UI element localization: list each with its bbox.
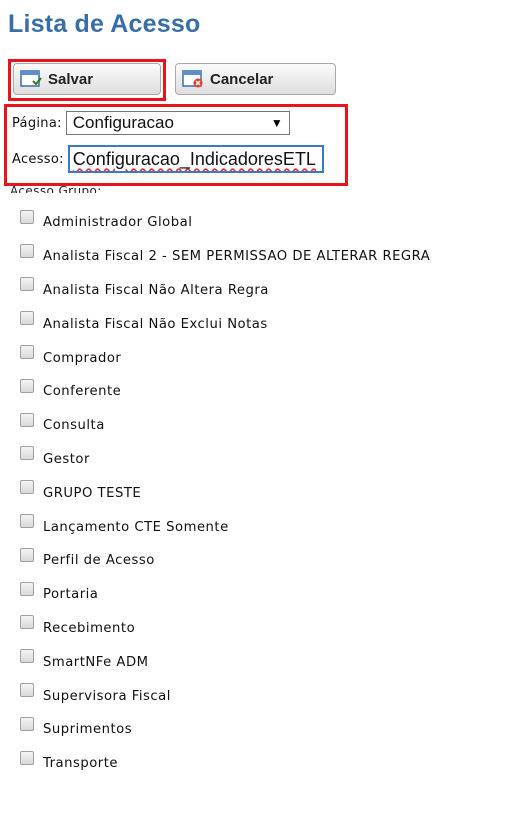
group-item[interactable]: Gestor — [20, 443, 430, 477]
cancel-button-label: Cancelar — [210, 70, 274, 88]
save-button-label: Salvar — [48, 70, 94, 88]
cancel-button[interactable]: Cancelar — [175, 63, 336, 95]
group-checkbox[interactable] — [20, 514, 34, 529]
group-label: GRUPO TESTE — [43, 485, 142, 501]
group-label: Analista Fiscal 2 - SEM PERMISSAO DE ALT… — [43, 249, 431, 265]
group-checkbox[interactable] — [20, 446, 34, 461]
group-checkbox[interactable] — [20, 581, 34, 596]
group-checkbox[interactable] — [20, 683, 34, 698]
pagina-select-value: Configuracao — [72, 113, 174, 132]
group-item[interactable]: Analista Fiscal 2 - SEM PERMISSAO DE ALT… — [20, 240, 430, 274]
group-item[interactable]: Supervisora Fiscal — [20, 679, 430, 713]
group-item[interactable]: Consulta — [20, 409, 430, 443]
group-label: Comprador — [43, 350, 122, 366]
group-checkbox[interactable] — [20, 243, 34, 258]
group-item[interactable]: Transporte — [20, 747, 430, 781]
group-label: Administrador Global — [43, 215, 193, 231]
group-item[interactable]: Suprimentos — [20, 713, 430, 747]
group-label: Transporte — [43, 756, 118, 772]
group-label: SmartNFe ADM — [43, 654, 149, 670]
group-checkbox[interactable] — [20, 480, 34, 495]
group-label: Gestor — [43, 451, 90, 467]
save-button[interactable]: Salvar — [13, 63, 161, 95]
group-item[interactable]: Analista Fiscal Não Exclui Notas — [20, 307, 430, 341]
group-item[interactable]: Conferente — [20, 375, 430, 409]
group-label: Analista Fiscal Não Exclui Notas — [43, 316, 268, 332]
group-label: Recebimento — [43, 620, 136, 636]
cancel-window-icon — [182, 69, 204, 89]
group-label: Consulta — [43, 418, 105, 434]
group-item[interactable]: Administrador Global — [20, 206, 430, 240]
group-item[interactable]: SmartNFe ADM — [20, 645, 430, 679]
group-item[interactable]: Portaria — [20, 578, 430, 612]
group-checkbox[interactable] — [20, 345, 34, 360]
group-checkbox[interactable] — [20, 716, 34, 731]
group-checkbox[interactable] — [20, 209, 34, 224]
acesso-grupo-label: Acesso Grupo: — [10, 184, 102, 193]
group-item[interactable]: Comprador — [20, 341, 430, 375]
pagina-row: Página: Configuracao ▼ — [12, 111, 290, 135]
group-item[interactable]: Analista Fiscal Não Altera Regra — [20, 274, 430, 308]
group-checkbox-list: Administrador Global Analista Fiscal 2 -… — [20, 206, 430, 781]
page-title: Lista de Acesso — [8, 10, 201, 38]
group-checkbox[interactable] — [20, 649, 34, 664]
group-item[interactable]: Lançamento CTE Somente — [20, 510, 430, 544]
group-label: Conferente — [43, 384, 122, 400]
acesso-label: Acesso: — [12, 151, 64, 167]
save-window-icon — [20, 69, 42, 89]
group-label: Portaria — [43, 587, 99, 603]
group-label: Suprimentos — [43, 722, 133, 738]
group-label: Supervisora Fiscal — [43, 688, 171, 704]
group-checkbox[interactable] — [20, 412, 34, 427]
group-label: Analista Fiscal Não Altera Regra — [43, 282, 269, 298]
pagina-select[interactable]: Configuracao ▼ — [65, 111, 290, 135]
acesso-input[interactable]: Configuracao_IndicadoresETL — [67, 145, 324, 173]
group-label: Perfil de Acesso — [43, 553, 155, 569]
group-item[interactable]: Perfil de Acesso — [20, 544, 430, 578]
group-checkbox[interactable] — [20, 615, 34, 630]
group-checkbox[interactable] — [20, 378, 34, 393]
group-item[interactable]: GRUPO TESTE — [20, 476, 430, 510]
group-checkbox[interactable] — [20, 277, 34, 292]
dropdown-caret-icon: ▼ — [270, 116, 283, 130]
group-item[interactable]: Recebimento — [20, 612, 430, 646]
group-checkbox[interactable] — [20, 750, 34, 765]
group-label: Lançamento CTE Somente — [43, 519, 229, 535]
group-checkbox[interactable] — [20, 311, 34, 326]
pagina-label: Página: — [12, 115, 62, 131]
group-checkbox[interactable] — [20, 547, 34, 562]
acesso-row: Acesso: Configuracao_IndicadoresETL — [12, 145, 324, 173]
